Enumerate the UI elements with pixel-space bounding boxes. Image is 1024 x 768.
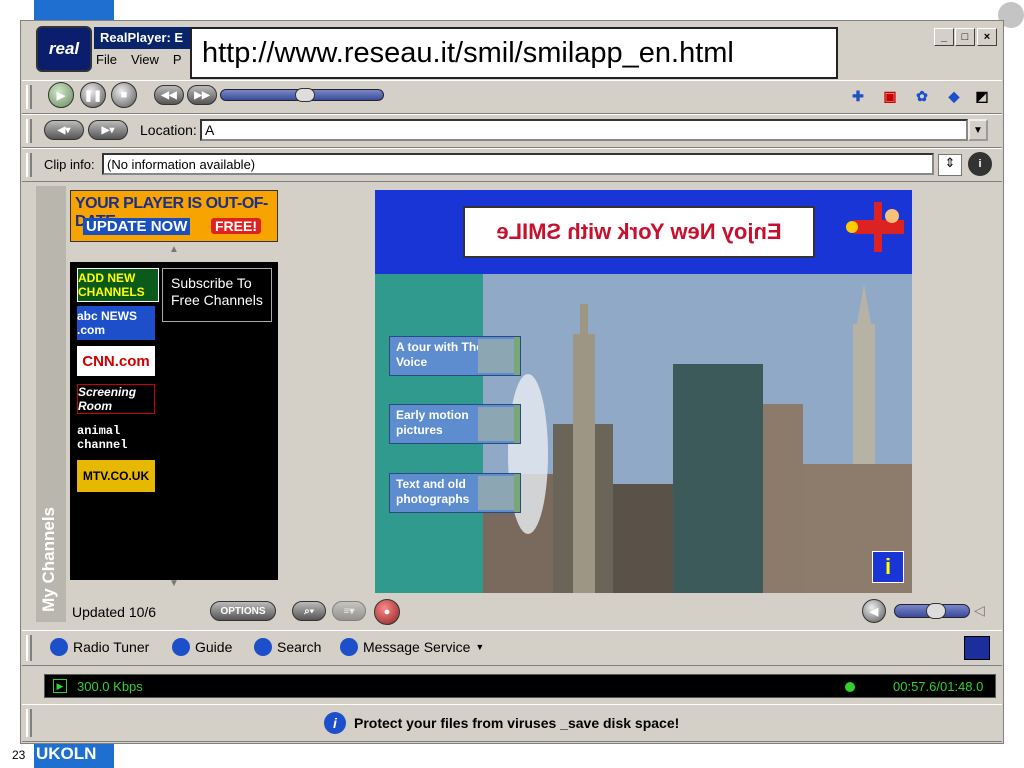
search-link[interactable]: Search [254, 638, 321, 656]
new-york-skyline-image [483, 274, 912, 593]
status-bar: ▶ 300.0 Kbps 00:57.6/01:48.0 [44, 674, 996, 698]
slide-number: 23 [12, 748, 26, 762]
bottom-message-text: Protect your files from viruses _save di… [354, 715, 680, 731]
channel-tooltip: Subscribe To Free Channels [162, 268, 272, 322]
guide-link[interactable]: Guide [172, 638, 232, 656]
rewind-button[interactable]: ◀◀ [154, 85, 184, 105]
info-icon[interactable]: i [872, 551, 904, 583]
message-service-label: Message Service [363, 639, 471, 655]
ad-update-now: UPDATE NOW [83, 218, 191, 235]
menu-motion-pictures-label: Early motion pictures [396, 408, 469, 437]
compact-mode-icon[interactable]: ◩ [970, 84, 994, 108]
maximize-button[interactable]: □ [955, 28, 975, 46]
message-icon [340, 638, 358, 656]
plus-icon[interactable]: ✚ [846, 84, 870, 108]
window-title: RealPlayer: E [94, 27, 190, 49]
speaker-icon: ◁ [974, 602, 985, 618]
content-banner: Enjoy New York with SMILe [375, 190, 912, 274]
menu-old-photographs-label: Text and old photographs [396, 477, 470, 506]
location-dropdown-button[interactable]: ▼ [968, 119, 988, 141]
search-icon [254, 638, 272, 656]
back-button[interactable]: ◀▾ [44, 120, 84, 140]
status-indicator-icon [845, 682, 855, 692]
links-toolbar [22, 630, 1002, 666]
ukoln-logo: UKOLN [34, 744, 114, 768]
channels-scroll-up-icon[interactable]: ▲ [70, 244, 278, 262]
status-play-icon: ▶ [53, 679, 67, 693]
time-readout: 00:57.6/01:48.0 [893, 679, 984, 694]
play-button[interactable]: ▶ [48, 82, 74, 108]
zoom-button[interactable]: ⌕▾ [292, 601, 326, 621]
forward-button[interactable]: ▶▾ [88, 120, 128, 140]
options-button[interactable]: OPTIONS [210, 601, 276, 621]
airplane-icon [846, 202, 904, 252]
channel-animal[interactable]: animal channel [77, 422, 155, 454]
real-guide-icon[interactable]: ▣ [878, 84, 902, 108]
menu-tour-voice-label: A tour with The Voice [396, 340, 483, 369]
channel-cnn[interactable]: CNN.com [77, 346, 155, 376]
bitrate-readout: 300.0 Kbps [77, 679, 143, 694]
stop-button[interactable]: ■ [111, 82, 137, 108]
playlist-button[interactable]: ≡▾ [332, 601, 366, 621]
radio-tuner-link[interactable]: Radio Tuner [50, 638, 149, 656]
volume-slider-thumb[interactable] [926, 603, 946, 619]
ad-free-badge: FREE! [211, 218, 261, 234]
menu-more[interactable]: P [173, 52, 182, 72]
location-input[interactable]: A [200, 119, 968, 141]
bottom-message[interactable]: i Protect your files from viruses _save … [324, 712, 679, 734]
mute-icon[interactable]: ◀ [862, 599, 886, 623]
message-service-link[interactable]: Message Service ▼ [340, 638, 484, 656]
channel-add-new[interactable]: ADD NEW CHANNELS [77, 268, 159, 302]
menu-bar: File View P [96, 52, 182, 72]
search-label: Search [277, 639, 322, 655]
channel-screening-room[interactable]: Screening Room [77, 384, 155, 414]
my-channels-tab[interactable]: My Channels [36, 186, 66, 622]
slide-top-bar [34, 0, 114, 22]
menu-file[interactable]: File [96, 52, 117, 72]
minimize-button[interactable]: _ [934, 28, 954, 46]
update-ad-banner[interactable]: YOUR PLAYER IS OUT-OF-DATE UPDATE NOW FR… [70, 190, 278, 242]
guide-label: Guide [195, 639, 233, 655]
menu-view[interactable]: View [131, 52, 159, 72]
menu-tour-voice[interactable]: A tour with The Voice [389, 336, 521, 376]
info-message-icon: i [324, 712, 346, 734]
banner-text: Enjoy New York with SMILe [463, 206, 815, 258]
channel-mtv[interactable]: MTV.CO.UK [77, 460, 155, 492]
gear-icon[interactable]: ✿ [910, 84, 934, 108]
clip-info-scroll-icon[interactable]: ⇕ [938, 154, 962, 176]
radio-tuner-label: Radio Tuner [73, 639, 150, 655]
record-icon[interactable]: ● [374, 599, 400, 625]
audio-icon[interactable]: ◆ [942, 84, 966, 108]
clip-info-value: (No information available) [102, 153, 934, 175]
my-channels-label: My Channels [39, 507, 58, 612]
close-button[interactable]: × [977, 28, 997, 46]
url-caption: http://www.reseau.it/smil/smilapp_en.htm… [190, 27, 838, 79]
channel-abc-news[interactable]: abc NEWS .com [77, 306, 155, 340]
updated-label: Updated 10/6 [72, 604, 157, 620]
location-label: Location: [140, 122, 197, 138]
radio-icon [50, 638, 68, 656]
guide-icon [172, 638, 190, 656]
chevron-down-icon: ▼ [475, 642, 485, 652]
channels-scroll-down-icon[interactable]: ▼ [70, 578, 278, 592]
clip-info-icon[interactable]: i [968, 152, 992, 176]
menu-motion-pictures[interactable]: Early motion pictures [389, 404, 521, 444]
position-slider-thumb[interactable] [295, 88, 315, 102]
fast-forward-button[interactable]: ▶▶ [187, 85, 217, 105]
media-display[interactable]: Enjoy New York with SMILe A tour with Th… [375, 190, 912, 593]
menu-old-photographs[interactable]: Text and old photographs [389, 473, 521, 513]
real-com-icon[interactable] [964, 636, 990, 660]
clip-info-label: Clip info: [44, 157, 95, 172]
real-logo[interactable]: real [36, 26, 92, 72]
pause-button[interactable]: ❚❚ [80, 82, 106, 108]
